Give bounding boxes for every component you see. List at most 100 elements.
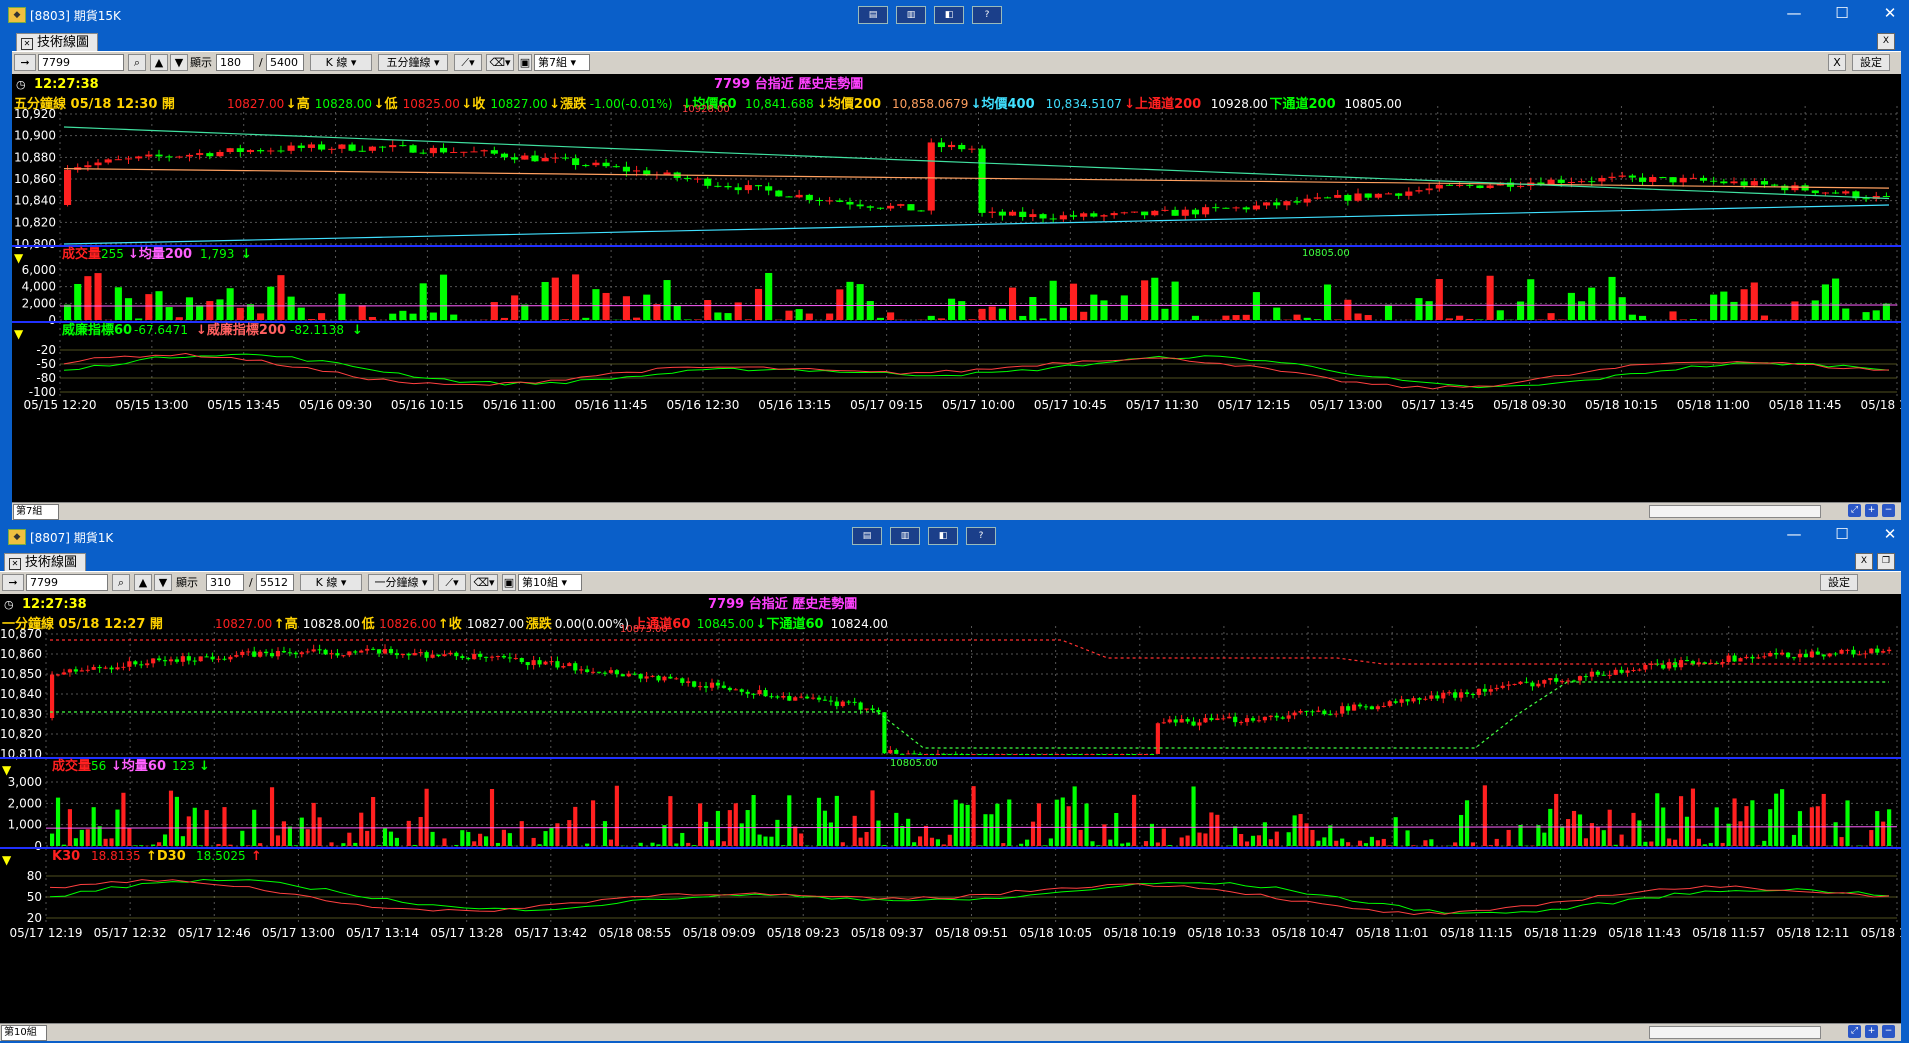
zoom-out-icon[interactable]: − [1882,504,1895,517]
candle-body [1524,681,1529,683]
layout-icon-2[interactable]: ▥ [896,6,926,24]
symbol-input[interactable]: 7799 [26,574,108,591]
link-arrow-button[interactable]: ➞ [2,574,24,591]
show-count-input[interactable]: 310 [206,574,244,591]
chart-svg[interactable]: ◷ 12:27:38 7799 台指近 歷史走勢圖五分鐘線 05/18 12:30 … [12,74,1901,502]
candle-body [644,676,649,679]
up-arrow-button[interactable]: ▲ [150,54,168,71]
close-tab-icon[interactable]: ✕ [21,38,33,50]
close-tab-icon[interactable]: ✕ [9,558,21,570]
close-button[interactable]: ✕ [1879,4,1901,22]
help-icon[interactable]: ? [972,6,1002,24]
save-icon[interactable]: ▣ [518,54,532,71]
zoom-out-icon[interactable]: − [1882,1025,1895,1038]
candle-body [572,158,580,166]
candle-body [596,671,602,673]
panel-toggle-icon: ▼ [2,853,12,867]
scroll-track[interactable] [1649,1026,1821,1039]
volume-bar [585,843,590,846]
volume-bar [1155,842,1160,846]
app-icon: ◆ [8,529,26,545]
candle-body [822,699,828,701]
candle-body [1090,213,1098,217]
candle-body [1517,185,1525,187]
show-count-input[interactable]: 180 [216,54,254,71]
settings-button[interactable]: 設定 [1820,574,1858,591]
maximize-button[interactable]: ☐ [1831,4,1853,22]
volume-bar [406,820,411,846]
up-arrow-button[interactable]: ▲ [134,574,152,591]
layout-icon-1[interactable]: ▤ [858,6,888,24]
down-arrow-button[interactable]: ▼ [154,574,172,591]
volume-bar [1262,822,1267,846]
excel-icon[interactable]: X [1855,553,1873,570]
chart-area[interactable]: ◷ 12:27:38 7799 台指近 歷史走勢圖 一分鐘線 05/18 12:27 … [0,594,1901,1023]
volume-bar [269,787,275,846]
title-bar[interactable]: ◆ [8807] 期貨1K ▤ ▥ ◧ ? — ☐ ✕ [0,523,1909,549]
search-icon[interactable]: ⌕ [128,54,146,71]
draw-line-icon[interactable]: ⟋▾ [454,54,482,71]
chart-area[interactable]: ◷ 12:27:38 7799 台指近 歷史走勢圖 五分鐘線 05/18 12:30 … [12,74,1901,502]
volume-bar [1293,314,1301,320]
candle-body [1577,676,1583,681]
volume-bar [1334,319,1342,320]
volume-bar [478,833,483,846]
period-dropdown[interactable]: 五分鐘線 ▾ [378,54,448,71]
volume-bar [1323,284,1332,320]
candle-body [561,666,566,668]
scroll-track[interactable] [1649,505,1821,518]
excel-icon[interactable]: X [1877,33,1895,50]
candle-body [323,649,328,655]
candle-body [1137,754,1143,755]
candle-body [638,674,643,679]
layout-icon-2[interactable]: ▥ [890,527,920,545]
candle-body [196,153,204,155]
minimize-button[interactable]: — [1783,525,1805,543]
volume-bar [846,281,854,320]
zoom-in-icon[interactable]: + [1865,1025,1878,1038]
volume-bar [1072,786,1077,846]
settings-button[interactable]: 設定 [1852,54,1890,71]
eraser-icon[interactable]: ⌫▾ [486,54,514,71]
period-dropdown[interactable]: 一分鐘線 ▾ [368,574,434,591]
search-icon[interactable]: ⌕ [112,574,130,591]
maximize-button[interactable]: ☐ [1831,525,1853,543]
candle-body [507,657,512,659]
volume-bar [754,288,763,320]
excel-export-icon[interactable]: X [1828,54,1846,71]
candle-body [124,158,133,160]
candle-body [439,147,448,153]
layout-icon-3[interactable]: ◧ [934,6,964,24]
symbol-input[interactable]: 7799 [38,54,124,71]
layout-icon-1[interactable]: ▤ [852,527,882,545]
tab-chart[interactable]: ✕ 技術線圖 [4,553,87,571]
zoom-in-icon[interactable]: + [1865,504,1878,517]
layout-icon-3[interactable]: ◧ [928,527,958,545]
zoom-fit-icon[interactable]: ⤢ [1848,1025,1861,1038]
down-arrow-button[interactable]: ▼ [170,54,188,71]
candle-body [1429,695,1434,699]
close-button[interactable]: ✕ [1879,525,1901,543]
volume-bar [668,796,673,846]
restore-icon[interactable]: ❐ [1877,553,1895,570]
x-tick-label: 05/17 13:14 [346,926,419,940]
draw-line-icon[interactable]: ⟋▾ [438,574,466,591]
price-info-5: 10826.00 [379,617,436,631]
help-icon[interactable]: ? [966,527,996,545]
group-select[interactable]: 第7組 ▾ [534,54,590,71]
link-arrow-button[interactable]: ➞ [14,54,36,71]
zoom-fit-icon[interactable]: ⤢ [1848,504,1861,517]
group-select[interactable]: 第10組 ▾ [518,574,582,591]
y-tick-label: 10,800 [14,237,56,251]
volume-bar [466,831,471,846]
chart-svg[interactable]: ◷ 12:27:38 7799 台指近 歷史走勢圖一分鐘線 05/18 12:27 … [0,594,1901,1023]
kline-dropdown[interactable]: K 線 ▾ [300,574,362,591]
tab-chart[interactable]: ✕ 技術線圖 [16,33,99,51]
kline-dropdown[interactable]: K 線 ▾ [310,54,372,71]
save-icon[interactable]: ▣ [502,574,516,591]
minimize-button[interactable]: — [1783,4,1805,22]
volume-bar [856,284,864,320]
price-info-11: 10,841.688 [745,97,814,111]
title-bar[interactable]: ◆ [8803] 期貨15K ▤ ▥ ◧ ? — ☐ ✕ [0,0,1909,30]
eraser-icon[interactable]: ⌫▾ [470,574,498,591]
